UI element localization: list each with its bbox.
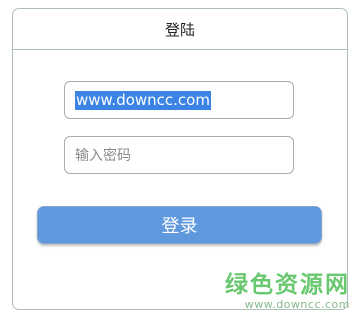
panel-header: 登陆: [13, 9, 347, 50]
username-value: www.downcc.com: [75, 90, 211, 110]
watermark-url: www.downcc.com: [244, 298, 350, 311]
password-placeholder: 输入密码: [75, 148, 131, 164]
panel-title: 登陆: [164, 20, 195, 39]
login-panel: 登陆 www.downcc.com 输入密码 登录: [12, 8, 348, 310]
password-field[interactable]: 输入密码: [64, 136, 294, 174]
username-field[interactable]: www.downcc.com: [64, 81, 294, 119]
watermark-brand: 绿色资源网: [225, 272, 350, 298]
login-button[interactable]: 登录: [37, 206, 322, 244]
login-button-label: 登录: [161, 216, 198, 237]
watermark: 绿色资源网 www.downcc.com: [225, 272, 350, 311]
